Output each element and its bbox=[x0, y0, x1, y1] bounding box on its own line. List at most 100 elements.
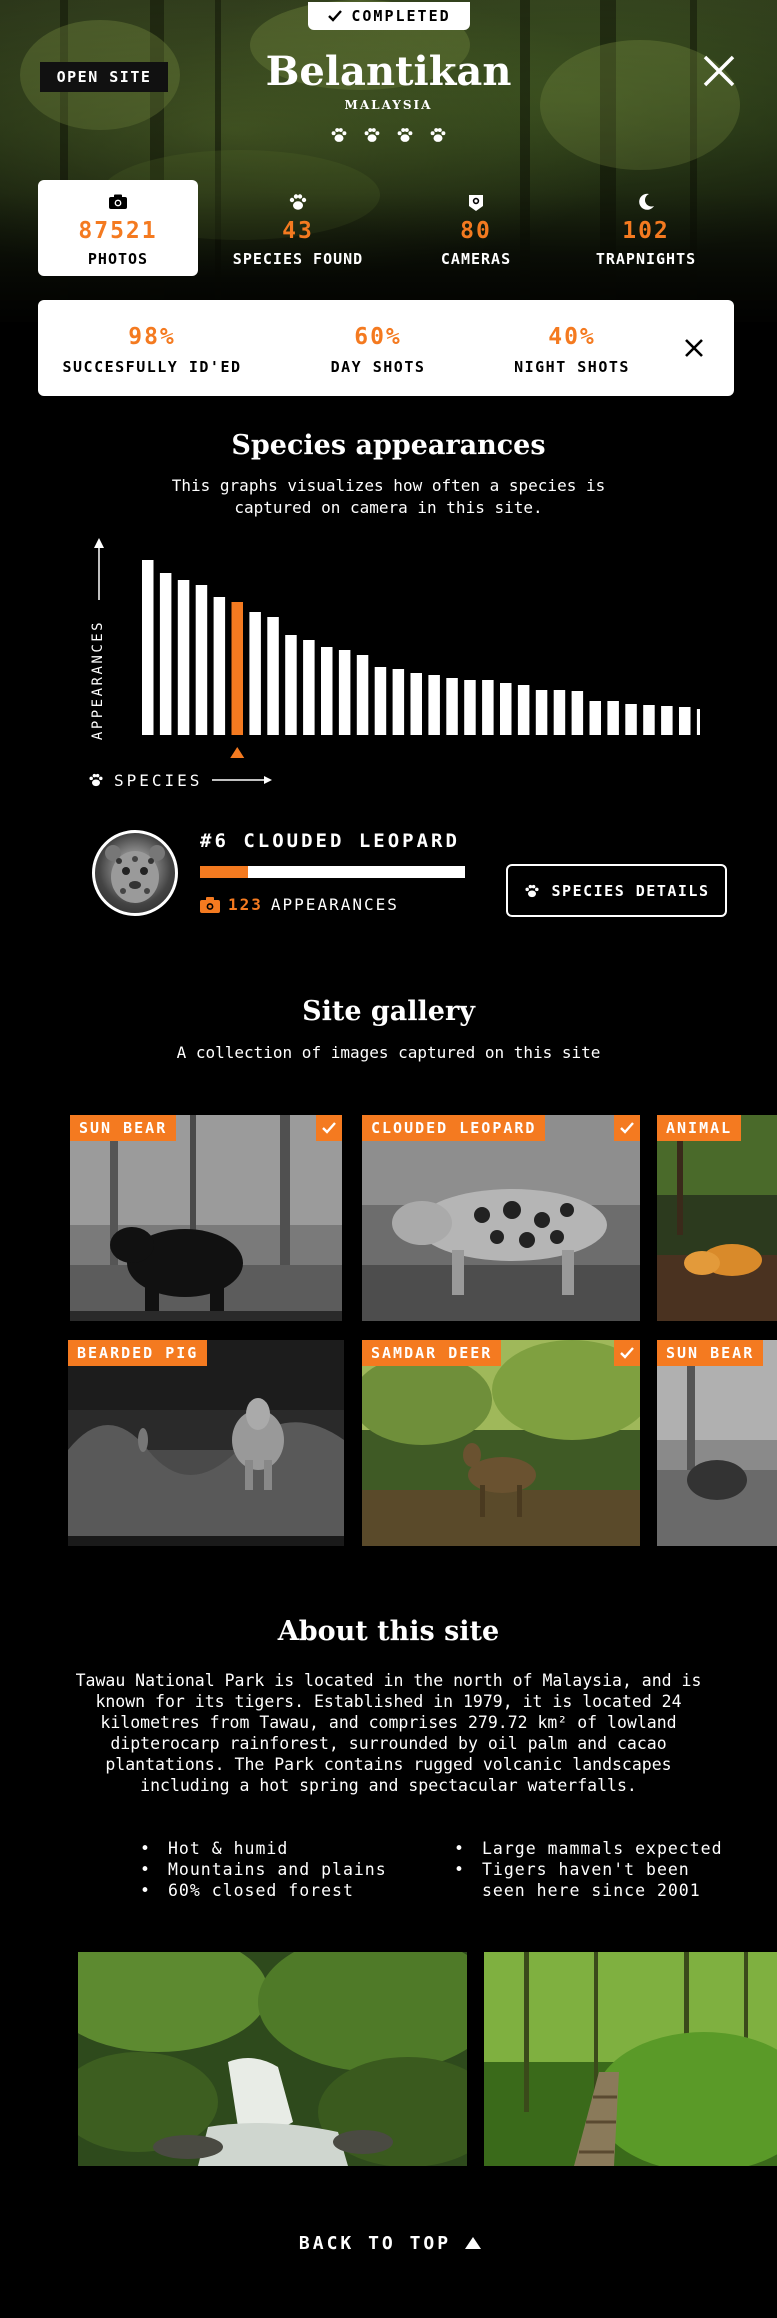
chart-bar[interactable] bbox=[177, 580, 190, 735]
about-description: Tawau National Park is located in the no… bbox=[75, 1671, 702, 1795]
trail-camera-icon bbox=[469, 195, 483, 211]
camera-icon bbox=[109, 194, 127, 209]
paw-icon bbox=[430, 128, 446, 142]
chart-bar[interactable] bbox=[195, 585, 208, 735]
appearance-progress-bar bbox=[200, 866, 465, 878]
y-axis-label: APPEARANCES bbox=[90, 620, 106, 740]
back-to-top-button[interactable]: BACK TO TOP bbox=[290, 2228, 490, 2258]
chart-bar[interactable] bbox=[392, 669, 405, 735]
gallery-item-label: SUN BEAR bbox=[70, 1115, 177, 1141]
arrow-right-icon bbox=[212, 776, 273, 784]
gallery-item-label: BEARDED PIG bbox=[68, 1340, 208, 1366]
chart-bar[interactable] bbox=[679, 707, 691, 735]
chart-bar-selected[interactable] bbox=[231, 602, 244, 735]
site-features-left: Hot & humid Mountains and plains 60% clo… bbox=[134, 1838, 387, 1901]
species-axis-label: SPECIES bbox=[114, 770, 203, 790]
completed-label: COMPLETED bbox=[351, 7, 451, 25]
paw-icon bbox=[289, 194, 307, 210]
chart-bar[interactable] bbox=[410, 673, 423, 735]
chart-bar[interactable] bbox=[482, 680, 494, 735]
id-value: 60% bbox=[354, 324, 402, 350]
stat-label: SPECIES FOUND bbox=[232, 250, 364, 268]
close-icon[interactable] bbox=[684, 338, 704, 358]
chart-bar[interactable] bbox=[500, 683, 512, 735]
stat-label: TRAPNIGHTS bbox=[595, 250, 697, 268]
appearances-label: APPEARANCES bbox=[270, 895, 399, 914]
gallery-item-check bbox=[316, 1115, 342, 1141]
chart-bar[interactable] bbox=[321, 647, 333, 735]
completed-status-tab: COMPLETED bbox=[308, 2, 470, 30]
chart-bar[interactable] bbox=[374, 667, 387, 735]
chart-bar[interactable] bbox=[213, 597, 226, 735]
gallery-item[interactable]: SUN BEAR bbox=[657, 1340, 777, 1546]
chart-bar[interactable] bbox=[446, 678, 458, 735]
gallery-item[interactable]: BEARDED PIG bbox=[68, 1340, 344, 1546]
checkmark-icon bbox=[620, 1347, 634, 1359]
gallery-item[interactable]: CLOUDED LEOPARD bbox=[362, 1115, 640, 1321]
chart-bar[interactable] bbox=[142, 560, 154, 735]
site-title: Belantikan bbox=[265, 48, 512, 95]
clouded-leopard-photo bbox=[362, 1115, 640, 1321]
back-to-top-label: BACK TO TOP bbox=[298, 2232, 452, 2254]
id-day-shots: 60% DAY SHOTS bbox=[278, 324, 478, 376]
gallery-item[interactable]: SAMDAR DEER bbox=[362, 1340, 640, 1546]
gallery-item-check bbox=[614, 1115, 640, 1141]
gallery-item-check bbox=[614, 1340, 640, 1366]
stat-label: CAMERAS bbox=[440, 250, 512, 268]
species-axis: SPECIES bbox=[88, 768, 328, 792]
id-night-shots: 40% NIGHT SHOTS bbox=[472, 324, 672, 376]
chart-bar[interactable] bbox=[338, 650, 351, 735]
waterfall-photo bbox=[78, 1952, 467, 2166]
chart-bar[interactable] bbox=[517, 685, 530, 735]
stat-trapnights[interactable]: 102 TRAPNIGHTS bbox=[566, 180, 726, 276]
chart-bar[interactable] bbox=[643, 705, 655, 735]
gallery-item-label: ANIMAL bbox=[657, 1115, 742, 1141]
chart-bar[interactable] bbox=[249, 612, 261, 735]
gallery-item-label: SUN BEAR bbox=[657, 1340, 764, 1366]
chart-bar[interactable] bbox=[285, 635, 297, 735]
selected-species-name: #6 CLOUDED LEOPARD bbox=[200, 830, 460, 852]
chart-bar[interactable] bbox=[553, 690, 566, 735]
about-section-title: About this site bbox=[277, 1616, 500, 1647]
gallery-item[interactable]: ANIMAL bbox=[657, 1115, 777, 1321]
chart-bar[interactable] bbox=[625, 704, 637, 735]
bar-chart-canvas: APPEARANCES bbox=[90, 538, 700, 758]
chart-bar[interactable] bbox=[535, 690, 548, 735]
checkmark-icon bbox=[620, 1122, 634, 1134]
site-rating bbox=[330, 126, 447, 144]
stat-value: 80 bbox=[460, 218, 492, 244]
feature-item: Mountains and plains bbox=[134, 1859, 387, 1880]
selected-bar-marker bbox=[230, 747, 245, 758]
stat-cameras[interactable]: 80 CAMERAS bbox=[396, 180, 556, 276]
species-details-button[interactable]: SPECIES DETAILS bbox=[506, 864, 727, 917]
gallery-section-subtitle: A collection of images captured on this … bbox=[176, 1043, 601, 1062]
chart-bar[interactable] bbox=[159, 573, 172, 735]
id-success-rate: 98% SUCCESFULLY ID'ED bbox=[52, 324, 252, 376]
chart-bar[interactable] bbox=[589, 701, 602, 735]
species-avatar bbox=[92, 830, 178, 916]
site-photo-waterfall bbox=[78, 1952, 467, 2166]
arrow-up-icon bbox=[465, 2237, 482, 2249]
stat-species-found[interactable]: 43 SPECIES FOUND bbox=[218, 180, 378, 276]
chart-bar[interactable] bbox=[571, 691, 584, 735]
chart-bar[interactable] bbox=[464, 680, 476, 735]
chart-bar[interactable] bbox=[661, 706, 673, 735]
chart-bar[interactable] bbox=[696, 709, 700, 735]
site-country: MALAYSIA bbox=[344, 98, 433, 112]
gallery-item-label: SAMDAR DEER bbox=[362, 1340, 502, 1366]
stat-photos[interactable]: 87521 PHOTOS bbox=[38, 180, 198, 276]
close-icon[interactable] bbox=[700, 52, 738, 90]
identification-panel: 98% SUCCESFULLY ID'ED 60% DAY SHOTS 40% … bbox=[38, 300, 734, 396]
chart-bar[interactable] bbox=[303, 640, 315, 735]
moon-icon bbox=[639, 193, 654, 210]
site-features-right: Large mammals expected Tigers haven't be… bbox=[448, 1838, 738, 1901]
chart-bar[interactable] bbox=[356, 655, 369, 735]
chart-bar[interactable] bbox=[607, 701, 619, 735]
chart-bar[interactable] bbox=[267, 617, 279, 735]
gallery-item[interactable]: SUN BEAR bbox=[70, 1115, 342, 1321]
open-site-button[interactable]: OPEN SITE bbox=[40, 62, 168, 92]
stat-value: 43 bbox=[282, 218, 314, 244]
stat-value: 102 bbox=[622, 218, 670, 244]
bearded-pig-photo bbox=[68, 1340, 344, 1546]
chart-bar[interactable] bbox=[428, 675, 440, 735]
